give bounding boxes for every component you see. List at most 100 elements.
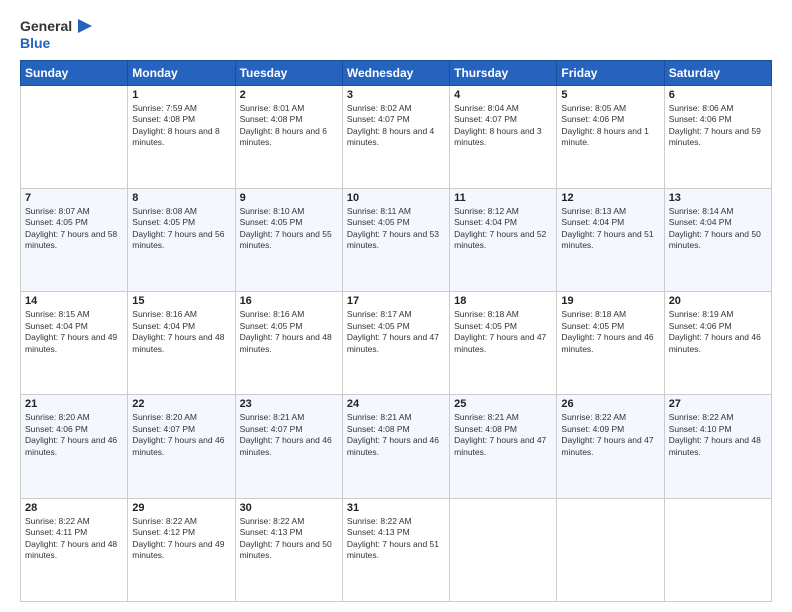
day-info: Sunrise: 8:21 AMSunset: 4:08 PMDaylight:…	[454, 412, 552, 458]
day-info: Sunrise: 8:01 AMSunset: 4:08 PMDaylight:…	[240, 103, 338, 149]
day-number: 27	[669, 398, 767, 410]
day-number: 19	[561, 295, 659, 307]
day-info: Sunrise: 8:11 AMSunset: 4:05 PMDaylight:…	[347, 206, 445, 252]
day-info: Sunrise: 8:22 AMSunset: 4:12 PMDaylight:…	[132, 516, 230, 562]
calendar-cell: 20Sunrise: 8:19 AMSunset: 4:06 PMDayligh…	[664, 292, 771, 395]
day-info: Sunrise: 8:22 AMSunset: 4:09 PMDaylight:…	[561, 412, 659, 458]
weekday-header-sunday: Sunday	[21, 60, 128, 85]
day-info: Sunrise: 8:14 AMSunset: 4:04 PMDaylight:…	[669, 206, 767, 252]
week-row-1: 7Sunrise: 8:07 AMSunset: 4:05 PMDaylight…	[21, 188, 772, 291]
calendar-cell: 16 Sunrise: 8:16 AMSunset: 4:05 PMDayligh…	[235, 292, 342, 395]
calendar-cell: 2 Sunrise: 8:01 AMSunset: 4:08 PMDaylight…	[235, 85, 342, 188]
logo-general: General	[20, 18, 92, 35]
calendar-cell: 17 Sunrise: 8:17 AMSunset: 4:05 PMDayligh…	[342, 292, 449, 395]
calendar-cell: 11 Sunrise: 8:12 AMSunset: 4:04 PMDayligh…	[450, 188, 557, 291]
day-number: 28	[25, 502, 123, 514]
day-number: 17	[347, 295, 445, 307]
day-number: 10	[347, 192, 445, 204]
weekday-header-wednesday: Wednesday	[342, 60, 449, 85]
day-number: 4	[454, 89, 552, 101]
calendar-cell: 9 Sunrise: 8:10 AMSunset: 4:05 PMDaylight…	[235, 188, 342, 291]
day-number: 24	[347, 398, 445, 410]
calendar-cell	[664, 498, 771, 601]
calendar-cell: 27 Sunrise: 8:22 AMSunset: 4:10 PMDayligh…	[664, 395, 771, 498]
logo-text-block: General Blue	[20, 18, 92, 52]
calendar-cell: 15 Sunrise: 8:16 AMSunset: 4:04 PMDayligh…	[128, 292, 235, 395]
calendar-cell: 1 Sunrise: 7:59 AMSunset: 4:08 PMDaylight…	[128, 85, 235, 188]
week-row-3: 21Sunrise: 8:20 AMSunset: 4:06 PMDayligh…	[21, 395, 772, 498]
day-number: 14	[25, 295, 123, 307]
calendar-cell: 24 Sunrise: 8:21 AMSunset: 4:08 PMDayligh…	[342, 395, 449, 498]
day-number: 9	[240, 192, 338, 204]
calendar-cell: 23Sunrise: 8:21 AMSunset: 4:07 PMDayligh…	[235, 395, 342, 498]
weekday-header-saturday: Saturday	[664, 60, 771, 85]
week-row-4: 28 Sunrise: 8:22 AMSunset: 4:11 PMDayligh…	[21, 498, 772, 601]
day-info: Sunrise: 8:21 AMSunset: 4:08 PMDaylight:…	[347, 412, 445, 458]
day-number: 5	[561, 89, 659, 101]
day-info: Sunrise: 8:06 AMSunset: 4:06 PMDaylight:…	[669, 103, 767, 149]
day-info: Sunrise: 8:17 AMSunset: 4:05 PMDaylight:…	[347, 309, 445, 355]
calendar-cell: 3Sunrise: 8:02 AMSunset: 4:07 PMDaylight…	[342, 85, 449, 188]
day-number: 13	[669, 192, 767, 204]
day-number: 15	[132, 295, 230, 307]
weekday-header-tuesday: Tuesday	[235, 60, 342, 85]
day-info: Sunrise: 8:22 AMSunset: 4:11 PMDaylight:…	[25, 516, 123, 562]
day-info: Sunrise: 8:12 AMSunset: 4:04 PMDaylight:…	[454, 206, 552, 252]
day-info: Sunrise: 8:15 AMSunset: 4:04 PMDaylight:…	[25, 309, 123, 355]
calendar-cell: 19Sunrise: 8:18 AMSunset: 4:05 PMDayligh…	[557, 292, 664, 395]
logo: General Blue	[20, 18, 92, 52]
calendar-cell: 6 Sunrise: 8:06 AMSunset: 4:06 PMDaylight…	[664, 85, 771, 188]
calendar-cell: 25 Sunrise: 8:21 AMSunset: 4:08 PMDayligh…	[450, 395, 557, 498]
calendar-cell: 30Sunrise: 8:22 AMSunset: 4:13 PMDayligh…	[235, 498, 342, 601]
day-number: 8	[132, 192, 230, 204]
calendar-cell: 8 Sunrise: 8:08 AMSunset: 4:05 PMDaylight…	[128, 188, 235, 291]
day-info: Sunrise: 8:18 AMSunset: 4:05 PMDaylight:…	[454, 309, 552, 355]
day-info: Sunrise: 8:04 AMSunset: 4:07 PMDaylight:…	[454, 103, 552, 149]
calendar-cell: 10 Sunrise: 8:11 AMSunset: 4:05 PMDayligh…	[342, 188, 449, 291]
day-number: 16	[240, 295, 338, 307]
calendar-cell: 22 Sunrise: 8:20 AMSunset: 4:07 PMDayligh…	[128, 395, 235, 498]
day-number: 23	[240, 398, 338, 410]
calendar-cell: 26 Sunrise: 8:22 AMSunset: 4:09 PMDayligh…	[557, 395, 664, 498]
day-info: Sunrise: 8:08 AMSunset: 4:05 PMDaylight:…	[132, 206, 230, 252]
day-info: Sunrise: 8:05 AMSunset: 4:06 PMDaylight:…	[561, 103, 659, 149]
day-number: 2	[240, 89, 338, 101]
day-number: 18	[454, 295, 552, 307]
day-info: Sunrise: 8:22 AMSunset: 4:10 PMDaylight:…	[669, 412, 767, 458]
calendar-cell: 28 Sunrise: 8:22 AMSunset: 4:11 PMDayligh…	[21, 498, 128, 601]
calendar-cell: 13 Sunrise: 8:14 AMSunset: 4:04 PMDayligh…	[664, 188, 771, 291]
day-info: Sunrise: 8:22 AMSunset: 4:13 PMDaylight:…	[347, 516, 445, 562]
page: General Blue SundayMondayTuesdayWednesda…	[0, 0, 792, 612]
day-info: Sunrise: 8:16 AMSunset: 4:05 PMDaylight:…	[240, 309, 338, 355]
day-info: Sunrise: 8:20 AMSunset: 4:07 PMDaylight:…	[132, 412, 230, 458]
week-row-0: 1 Sunrise: 7:59 AMSunset: 4:08 PMDaylight…	[21, 85, 772, 188]
day-number: 3	[347, 89, 445, 101]
calendar-table: SundayMondayTuesdayWednesdayThursdayFrid…	[20, 60, 772, 602]
logo-arrow-icon	[74, 19, 92, 33]
calendar-cell: 4 Sunrise: 8:04 AMSunset: 4:07 PMDaylight…	[450, 85, 557, 188]
day-number: 6	[669, 89, 767, 101]
day-info: Sunrise: 7:59 AMSunset: 4:08 PMDaylight:…	[132, 103, 230, 149]
day-info: Sunrise: 8:10 AMSunset: 4:05 PMDaylight:…	[240, 206, 338, 252]
day-number: 26	[561, 398, 659, 410]
calendar-cell	[450, 498, 557, 601]
day-number: 11	[454, 192, 552, 204]
calendar-cell: 7Sunrise: 8:07 AMSunset: 4:05 PMDaylight…	[21, 188, 128, 291]
calendar-cell: 5 Sunrise: 8:05 AMSunset: 4:06 PMDaylight…	[557, 85, 664, 188]
calendar-cell: 18 Sunrise: 8:18 AMSunset: 4:05 PMDayligh…	[450, 292, 557, 395]
day-number: 29	[132, 502, 230, 514]
day-info: Sunrise: 8:16 AMSunset: 4:04 PMDaylight:…	[132, 309, 230, 355]
day-number: 7	[25, 192, 123, 204]
day-info: Sunrise: 8:19 AMSunset: 4:06 PMDaylight:…	[669, 309, 767, 355]
day-number: 22	[132, 398, 230, 410]
day-number: 1	[132, 89, 230, 101]
calendar-cell: 21Sunrise: 8:20 AMSunset: 4:06 PMDayligh…	[21, 395, 128, 498]
day-number: 25	[454, 398, 552, 410]
day-number: 12	[561, 192, 659, 204]
day-number: 21	[25, 398, 123, 410]
calendar-cell	[21, 85, 128, 188]
day-info: Sunrise: 8:13 AMSunset: 4:04 PMDaylight:…	[561, 206, 659, 252]
weekday-header-thursday: Thursday	[450, 60, 557, 85]
weekday-header-monday: Monday	[128, 60, 235, 85]
calendar-cell: 29 Sunrise: 8:22 AMSunset: 4:12 PMDayligh…	[128, 498, 235, 601]
